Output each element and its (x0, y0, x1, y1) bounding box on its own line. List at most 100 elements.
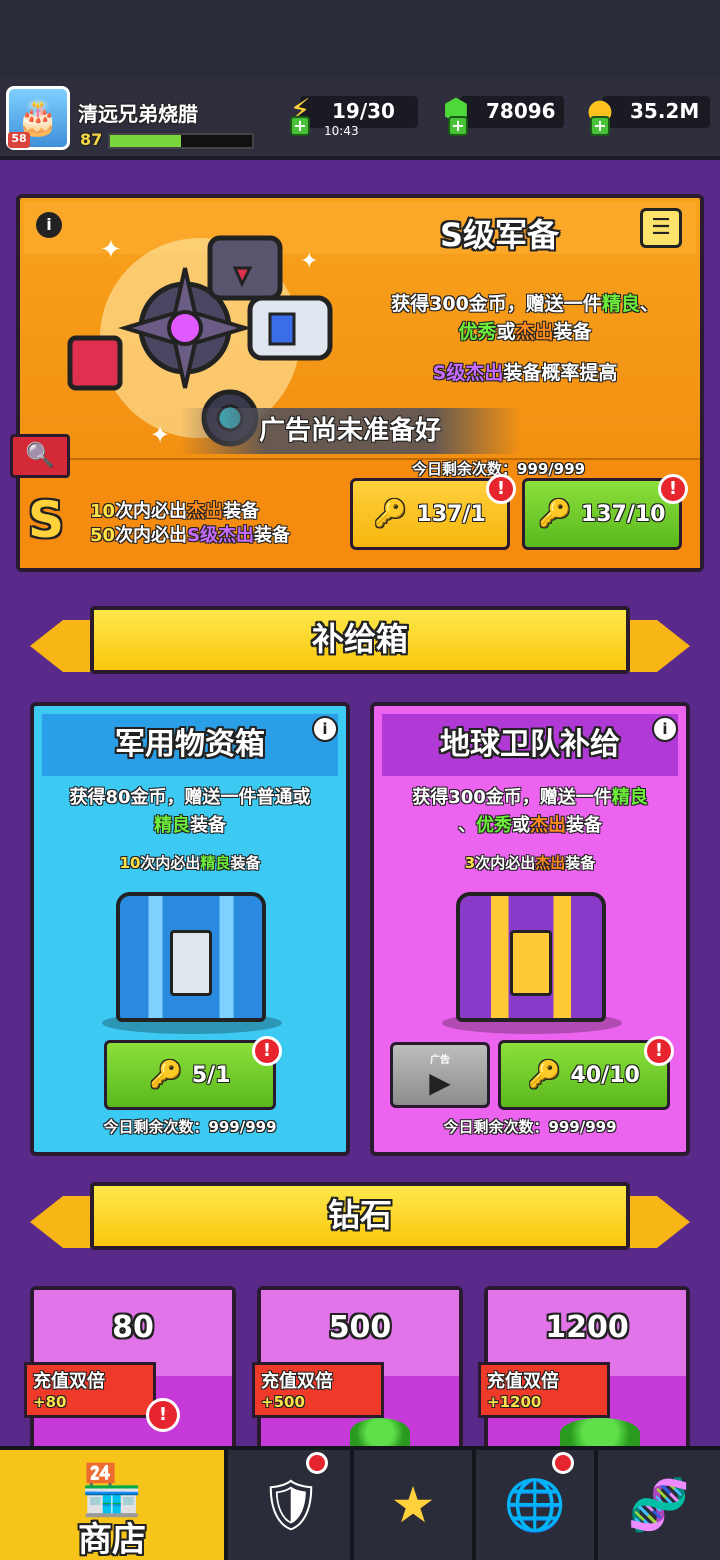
quality-rare: 精良 (601, 293, 640, 315)
nav-equipment[interactable]: 🛡 (232, 1450, 350, 1560)
offer-amount: 1200 (545, 1310, 629, 1345)
player-name: 清远兄弟烧腊 (78, 102, 198, 126)
guarantee-text: 装备 (230, 854, 261, 872)
desc-text: 、 (639, 293, 659, 315)
guarantee-text: 装备 (254, 525, 291, 546)
energy-value: 19/30 (332, 99, 395, 123)
guarantee-count: 50 (90, 525, 116, 546)
quality-outstanding: 杰出 (530, 815, 566, 836)
supply-section-header: 补给箱 (30, 606, 690, 686)
nav-tech[interactable]: 🧬 (598, 1450, 720, 1560)
alert-badge: ! (644, 1036, 674, 1066)
chest-lock (510, 930, 552, 996)
guarantee-quality: 杰出 (187, 501, 224, 522)
dna-capsule-icon: 🧬 (627, 1475, 691, 1534)
desc-text: 获得300金币，赠送一件 (412, 787, 612, 808)
star-swords-icon: ★ (390, 1476, 436, 1534)
purple-chest-icon (456, 892, 606, 1022)
guarantee-quality: S级杰出 (187, 525, 255, 546)
alert-badge: ! (486, 474, 516, 504)
supply-section-title: 补给箱 (90, 606, 630, 674)
quality-outstanding: 杰出 (515, 321, 554, 343)
energy-plus-button[interactable]: + (290, 116, 310, 136)
search-icon: 🔍 (25, 441, 55, 469)
s-pack-title: S级军备 (440, 216, 560, 254)
info-icon[interactable]: i (312, 716, 338, 742)
s-open-one-label: 137/1 (416, 501, 486, 527)
s-upgrade-icon: S (28, 491, 65, 549)
nav-shop-label: 商店 (78, 1520, 146, 1560)
desc-text: 装备 (566, 815, 602, 836)
quality-excellent: 优秀 (476, 815, 512, 836)
coin-value: 35.2M (630, 99, 700, 123)
quality-rare: 精良 (154, 815, 190, 836)
earth-open-label: 40/10 (570, 1062, 640, 1088)
rate-prefix: S级 (432, 362, 466, 384)
shield-badge-icon: 🛡 (259, 1475, 323, 1534)
xp-fill (110, 135, 181, 147)
double-recharge-tag: 充值双倍 +1200 (478, 1362, 610, 1418)
tag-bonus: +500 (261, 1393, 305, 1411)
key-icon: 🔑 (149, 1060, 182, 1090)
blue-chest-icon (116, 892, 266, 1022)
s-pack-rate: S级杰出装备概率提高 (370, 358, 680, 385)
ad-not-ready-banner: 广告尚未准备好 (180, 408, 520, 454)
desc-text: 或 (496, 321, 516, 343)
offer-amount: 500 (328, 1310, 392, 1345)
gem-pile-icon (560, 1418, 640, 1448)
avatar-level-badge: 58 (8, 132, 30, 148)
nav-battle[interactable]: ★ (354, 1450, 472, 1560)
earth-card-description: 获得300金币，赠送一件精良 、优秀或杰出装备 (384, 784, 676, 840)
desc-text: 装备 (553, 321, 592, 343)
military-today-left: 今日剩余次数：999/999 (103, 1118, 277, 1136)
rate-suffix: 装备概率提高 (503, 362, 618, 384)
military-card-description: 获得80金币，赠送一件普通或 精良装备 (44, 784, 336, 840)
gem-plus-button[interactable]: + (448, 116, 468, 136)
diamond-section-header: 钻石 (30, 1182, 690, 1262)
guarantee-quality: 杰出 (535, 854, 566, 872)
desc-text: 、 (458, 815, 476, 836)
ad-label: 广告 (430, 1055, 450, 1066)
alert-badge: ! (252, 1036, 282, 1066)
shop-icon: 🏪 (80, 1460, 144, 1519)
info-icon[interactable]: i (652, 716, 678, 742)
guarantee-count: 10 (119, 854, 141, 872)
search-button[interactable]: 🔍 (10, 434, 70, 478)
alert-badge: ! (146, 1398, 180, 1432)
diamond-section-title: 钻石 (90, 1182, 630, 1250)
rate-quality: 杰出 (465, 362, 504, 384)
nav-planet[interactable]: 🌐 (476, 1450, 594, 1560)
guarantee-text: 次内必出 (140, 854, 201, 872)
desc-text: 或 (512, 815, 530, 836)
guarantee-text: 装备 (565, 854, 596, 872)
earth-today-left: 今日剩余次数：999/999 (443, 1118, 617, 1136)
planet-stars-icon: 🌐 (503, 1475, 567, 1534)
tag-bonus: +80 (33, 1393, 67, 1411)
info-icon[interactable]: i (36, 212, 62, 238)
nav-alert-dot (552, 1452, 574, 1474)
coin-plus-button[interactable]: + (590, 116, 610, 136)
svg-text:✦: ✦ (300, 249, 318, 274)
video-play-icon: ▶ (429, 1066, 451, 1099)
player-level: 87 (80, 130, 103, 149)
key-icon: 🔑 (538, 499, 571, 529)
watch-ad-button[interactable]: 广告 ▶ (390, 1042, 490, 1108)
guarantee-count: 10 (90, 501, 116, 522)
list-icon[interactable]: ☰ (640, 208, 682, 248)
double-recharge-tag: 充值双倍 +500 (252, 1362, 384, 1418)
energy-timer: 10:43 (324, 124, 359, 138)
military-card-guarantee: 10次内必出精良装备 (44, 852, 336, 873)
military-open-label: 5/1 (191, 1062, 231, 1088)
desc-text: 获得80金币，赠送一件普通或 (69, 787, 311, 808)
military-open-button[interactable]: 🔑 5/1 (104, 1040, 276, 1110)
gem-value: 78096 (486, 99, 556, 123)
alert-badge: ! (658, 474, 688, 504)
s-open-ten-label: 137/10 (580, 501, 666, 527)
desc-text: 装备 (190, 815, 226, 836)
quality-excellent: 优秀 (458, 321, 497, 343)
tag-label: 充值双倍 (261, 1371, 333, 1392)
s-pack-description: 获得300金币，赠送一件精良、 优秀或杰出装备 (370, 290, 680, 346)
tag-bonus: +1200 (487, 1393, 542, 1411)
xp-bar (108, 133, 254, 149)
s-pack-guarantees: 10次内必出杰出装备 50次内必出S级杰出装备 (90, 500, 290, 548)
